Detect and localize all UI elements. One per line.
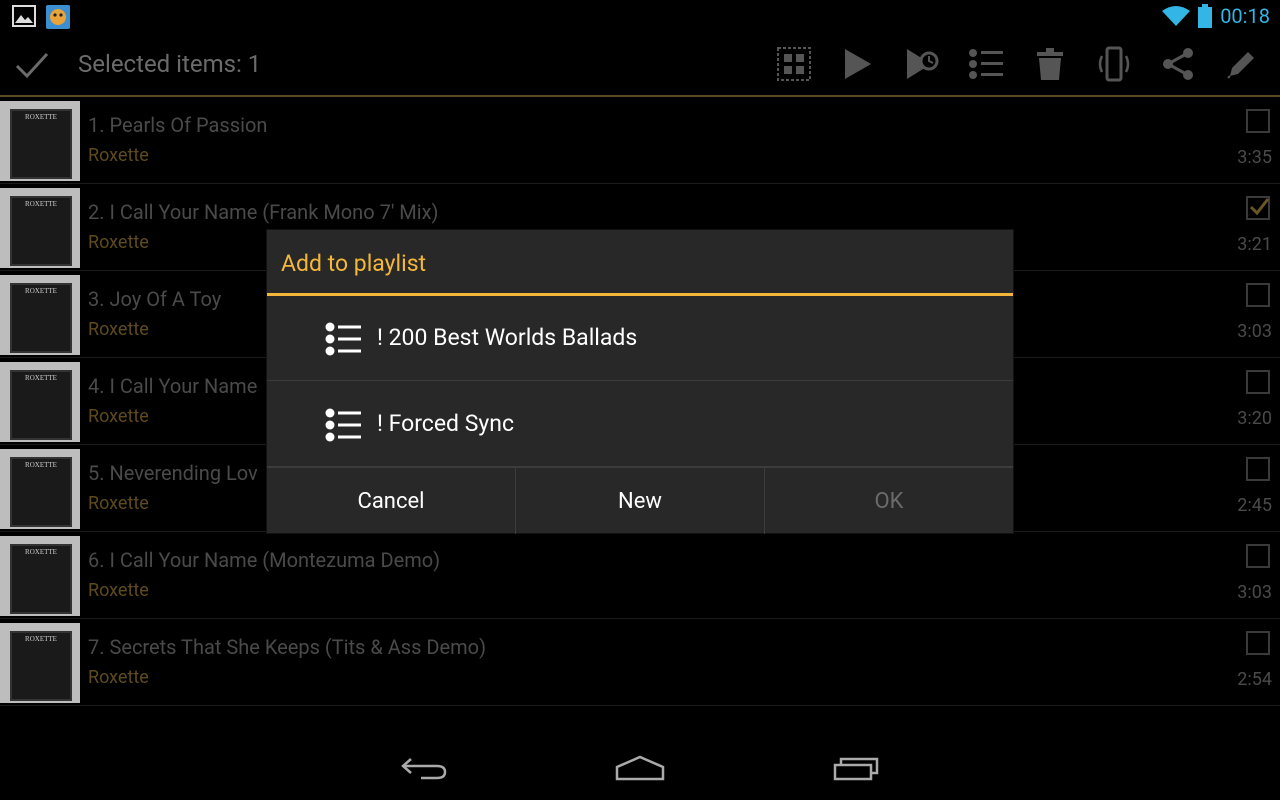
new-playlist-button[interactable]: New — [516, 468, 765, 534]
album-art-image: ROXETTE — [10, 109, 72, 179]
gallery-notification-icon — [12, 5, 36, 27]
done-check-icon[interactable] — [14, 48, 50, 84]
status-bar: 00:18 — [0, 0, 1280, 33]
playlist-label: ! Forced Sync — [377, 410, 515, 437]
track-checkbox[interactable] — [1246, 631, 1270, 655]
play-next-icon[interactable] — [902, 44, 942, 84]
checkmark-icon — [1249, 198, 1270, 216]
track-row[interactable]: ROXETTE 7. Secrets That She Keeps (Tits … — [0, 619, 1280, 706]
track-artist: Roxette — [88, 232, 149, 253]
track-row[interactable]: ROXETTE 6. I Call Your Name (Montezuma D… — [0, 532, 1280, 619]
add-to-playlist-dialog: Add to playlist ! 200 Best Worlds Ballad… — [267, 230, 1013, 534]
track-title: 1. Pearls Of Passion — [88, 113, 268, 137]
album-art-thumbnail: ROXETTE — [0, 362, 80, 442]
cancel-button[interactable]: Cancel — [267, 468, 516, 534]
album-art-image: ROXETTE — [10, 631, 72, 701]
playlist-option[interactable]: ! 200 Best Worlds Ballads — [267, 296, 1013, 381]
album-art-thumbnail: ROXETTE — [0, 536, 80, 616]
track-checkbox[interactable] — [1246, 109, 1270, 133]
navigation-bar — [0, 730, 1280, 800]
album-art-text: ROXETTE — [25, 287, 57, 295]
track-title: 5. Neverending Lov — [88, 461, 258, 485]
album-art-image: ROXETTE — [10, 457, 72, 527]
track-checkbox[interactable] — [1246, 457, 1270, 481]
app-notification-icon — [46, 5, 70, 29]
album-art-image: ROXETTE — [10, 196, 72, 266]
track-duration: 3:20 — [1237, 408, 1272, 429]
track-artist: Roxette — [88, 406, 149, 427]
album-art-thumbnail: ROXETTE — [0, 188, 80, 268]
track-title: 4. I Call Your Name — [88, 374, 258, 398]
recents-icon — [833, 757, 879, 781]
track-artist: Roxette — [88, 145, 149, 166]
album-art-text: ROXETTE — [25, 113, 57, 121]
album-art-thumbnail: ROXETTE — [0, 623, 80, 703]
track-title: 7. Secrets That She Keeps (Tits & Ass De… — [88, 635, 487, 659]
album-art-thumbnail: ROXETTE — [0, 449, 80, 529]
action-bar-icons — [774, 44, 1262, 84]
track-title: 6. I Call Your Name (Montezuma Demo) — [88, 548, 441, 572]
selected-count-title: Selected items: 1 — [78, 50, 262, 78]
recents-button[interactable] — [827, 748, 887, 788]
track-artist: Roxette — [88, 493, 149, 514]
dialog-title: Add to playlist — [281, 250, 427, 277]
album-art-image: ROXETTE — [10, 283, 72, 353]
track-duration: 3:35 — [1237, 147, 1272, 168]
track-checkbox[interactable] — [1246, 196, 1270, 220]
track-checkbox[interactable] — [1246, 283, 1270, 307]
back-button[interactable] — [394, 748, 454, 788]
battery-icon — [1198, 4, 1213, 28]
track-artist: Roxette — [88, 667, 149, 688]
back-icon — [401, 758, 447, 780]
track-checkbox[interactable] — [1246, 544, 1270, 568]
playlist-icon[interactable] — [966, 44, 1006, 84]
share-icon[interactable] — [1158, 44, 1198, 84]
edit-icon[interactable] — [1222, 44, 1262, 84]
album-art-text: ROXETTE — [25, 548, 57, 556]
track-duration: 2:45 — [1237, 495, 1272, 516]
playlist-label: ! 200 Best Worlds Ballads — [377, 324, 638, 351]
playlist-icon — [325, 322, 361, 356]
track-duration: 3:03 — [1237, 321, 1272, 342]
track-duration: 2:54 — [1237, 669, 1272, 690]
track-checkbox[interactable] — [1246, 370, 1270, 394]
album-art-thumbnail: ROXETTE — [0, 275, 80, 355]
ringtone-icon[interactable] — [1094, 44, 1134, 84]
home-icon — [615, 755, 665, 781]
track-artist: Roxette — [88, 580, 149, 601]
album-art-image: ROXETTE — [10, 370, 72, 440]
track-duration: 3:21 — [1237, 234, 1272, 255]
album-art-image: ROXETTE — [10, 544, 72, 614]
play-icon[interactable] — [838, 44, 878, 84]
playlist-icon — [325, 408, 361, 442]
album-art-text: ROXETTE — [25, 635, 57, 643]
album-art-text: ROXETTE — [25, 461, 57, 469]
track-row[interactable]: ROXETTE 1. Pearls Of Passion Roxette 3:3… — [0, 97, 1280, 184]
ok-button[interactable]: OK — [765, 468, 1013, 534]
track-title: 2. I Call Your Name (Frank Mono 7' Mix) — [88, 200, 439, 224]
dialog-button-bar: Cancel New OK — [267, 467, 1013, 534]
delete-icon[interactable] — [1030, 44, 1070, 84]
track-title: 3. Joy Of A Toy — [88, 287, 222, 311]
album-art-text: ROXETTE — [25, 200, 57, 208]
select-all-icon[interactable] — [774, 44, 814, 84]
track-artist: Roxette — [88, 319, 149, 340]
status-clock: 00:18 — [1220, 4, 1270, 28]
playlist-option[interactable]: ! Forced Sync — [267, 382, 1013, 467]
wifi-icon — [1162, 6, 1191, 26]
track-duration: 3:03 — [1237, 582, 1272, 603]
home-button[interactable] — [610, 748, 670, 788]
album-art-thumbnail: ROXETTE — [0, 101, 80, 181]
album-art-text: ROXETTE — [25, 374, 57, 382]
